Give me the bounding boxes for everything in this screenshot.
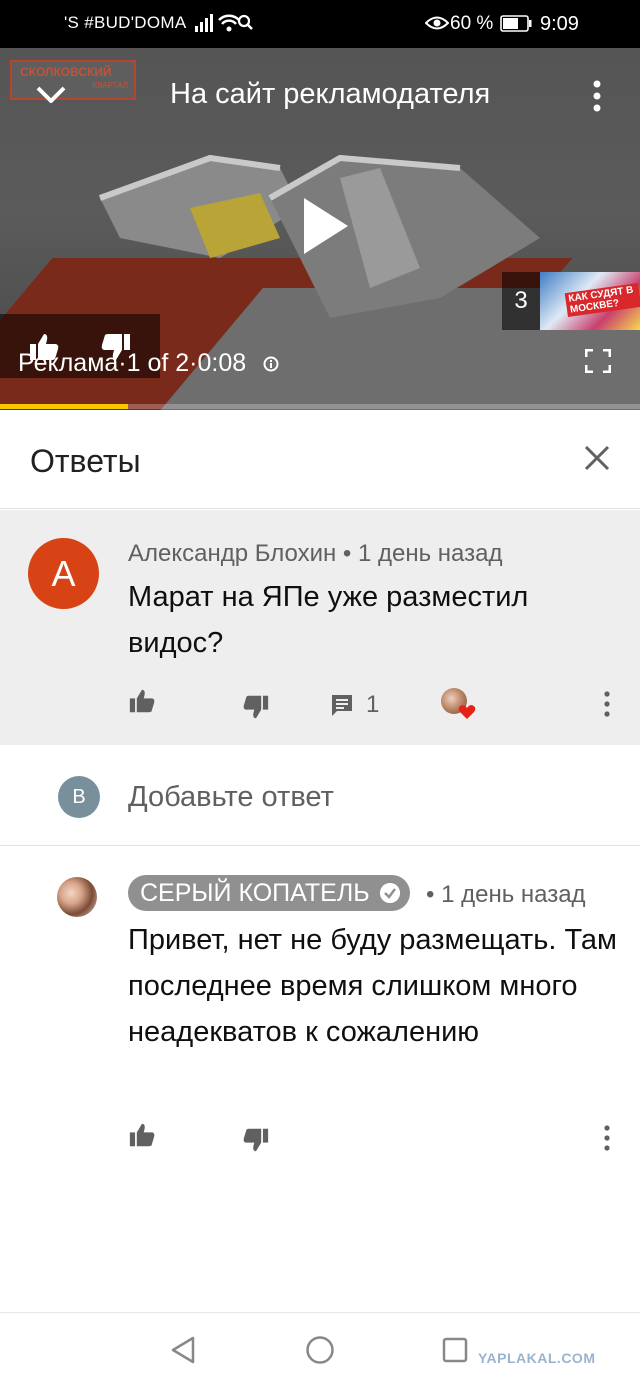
chevron-down-icon[interactable] — [34, 82, 68, 108]
replies-header: Ответы — [0, 410, 640, 509]
ad-progress-fill — [0, 404, 128, 409]
next-video-thumbnail[interactable]: КАК СУДЯТ В МОСКВЕ? — [540, 272, 640, 330]
ad-queue[interactable]: 3 КАК СУДЯТ В МОСКВЕ? — [502, 272, 640, 330]
advertiser-logo: СКОЛКОВСКИЙ КВАРТАЛ — [10, 60, 136, 100]
more-icon[interactable] — [603, 1124, 611, 1152]
author-name: СЕРЫЙ КОПАТЕЛЬ — [140, 879, 370, 907]
author-badge[interactable]: СЕРЫЙ КОПАТЕЛЬ — [128, 875, 410, 911]
status-bar: 'S #BUD'DOMA 60 % 9:09 — [0, 0, 640, 48]
notification-text: 'S #BUD'DOMA — [64, 13, 187, 32]
reply-count[interactable]: 1 — [366, 691, 379, 719]
play-icon[interactable] — [300, 196, 350, 256]
site-watermark: YAPLAKAL.COM — [478, 1350, 596, 1366]
comment-text: Марат на ЯПе уже разместил видос? — [128, 581, 529, 659]
home-icon[interactable] — [305, 1335, 335, 1365]
ad-progress-bar[interactable] — [0, 404, 640, 409]
battery-percent: 60 % — [450, 13, 494, 34]
ad-label: Реклама·1 of 2·0:08 — [18, 349, 247, 377]
user-avatar: B — [58, 776, 100, 818]
reply-icon[interactable] — [330, 693, 354, 717]
clock: 9:09 — [540, 13, 579, 35]
advertiser-link[interactable]: На сайт рекламодателя — [170, 78, 490, 111]
verified-icon — [379, 883, 400, 903]
wifi-icon — [218, 14, 240, 32]
more-icon[interactable] — [603, 690, 611, 718]
avatar[interactable] — [57, 877, 97, 917]
avatar[interactable]: А — [28, 538, 99, 609]
like-icon[interactable] — [128, 1122, 156, 1148]
recents-icon[interactable] — [442, 1337, 468, 1363]
dislike-icon[interactable] — [242, 1127, 270, 1153]
queue-count: 3 — [502, 272, 540, 330]
comment-time: • 1 день назад — [426, 881, 586, 908]
ad-info: Реклама·1 of 2·0:08 — [18, 349, 279, 378]
add-reply-row[interactable]: B Добавьте ответ — [0, 746, 640, 846]
more-icon[interactable] — [586, 78, 608, 114]
add-reply-input[interactable]: Добавьте ответ — [128, 781, 334, 814]
thumbnail-caption: КАК СУДЯТ В МОСКВЕ? — [564, 282, 640, 318]
logo-title: СКОЛКОВСКИЙ — [20, 65, 112, 79]
replies-title: Ответы — [30, 443, 141, 479]
info-icon[interactable] — [263, 356, 279, 372]
comment-meta: Александр Блохин • 1 день назад — [128, 540, 503, 567]
battery-icon — [500, 15, 532, 32]
eye-icon — [425, 16, 449, 30]
search-icon — [237, 14, 253, 30]
comment-text: Привет, нет не буду размещать. Там после… — [128, 924, 617, 1048]
parent-comment: А Александр Блохин • 1 день назад Марат … — [0, 510, 640, 745]
reply-comment: СЕРЫЙ КОПАТЕЛЬ • 1 день назад Привет, не… — [0, 847, 640, 1167]
back-icon[interactable] — [170, 1335, 196, 1365]
signal-icon — [195, 14, 253, 32]
fullscreen-icon[interactable] — [585, 349, 611, 373]
like-icon[interactable] — [128, 688, 156, 714]
close-icon[interactable] — [584, 445, 610, 471]
heart-icon — [458, 705, 476, 719]
dislike-icon[interactable] — [242, 694, 270, 720]
